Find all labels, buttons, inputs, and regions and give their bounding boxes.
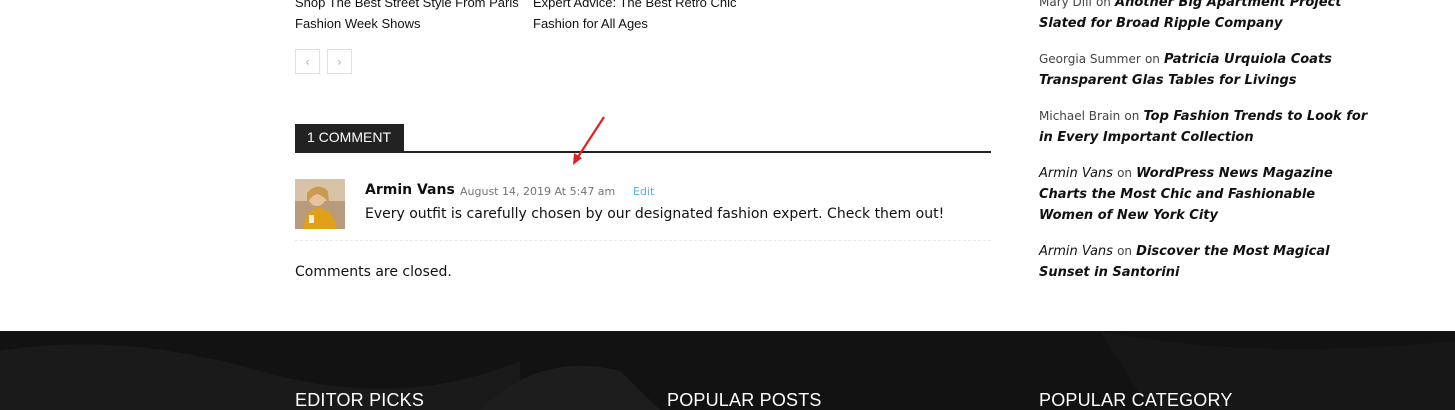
recent-comments-widget: Mary Dill on Another Big Apartment Proje… [1039,0,1369,298]
chevron-right-icon: › [337,54,342,69]
comment-text: Every outfit is carefully chosen by our … [365,206,945,222]
footer-heading-popular-category: POPULAR CATEGORY [1039,390,1233,410]
recent-comment-item: Mary Dill on Another Big Apartment Proje… [1039,0,1369,34]
comment-date[interactable]: August 14, 2019 At 5:47 am [460,185,615,198]
recent-comment-on: on [1095,0,1111,9]
comments-count-heading: 1 COMMENT [295,124,404,151]
recent-comment-on: on [1144,52,1160,66]
related-posts-pager: ‹ › [295,49,352,74]
recent-comment-item: Armin Vans on WordPress News Magazine Ch… [1039,163,1369,226]
recent-comment-on: on [1117,166,1133,180]
recent-comment-on: on [1124,109,1140,123]
chevron-left-icon: ‹ [305,54,310,69]
next-page-button[interactable]: › [327,49,352,74]
recent-comment-item: Armin Vans on Discover the Most Magical … [1039,241,1369,283]
recent-comment-author[interactable]: Armin Vans [1039,244,1113,259]
recent-comment-author[interactable]: Mary Dill [1039,0,1092,9]
recent-comment-on: on [1117,244,1133,258]
related-post-title[interactable]: Expert Advice: The Best Retro Chic Fashi… [533,0,763,34]
avatar[interactable] [295,179,345,229]
site-footer: EDITOR PICKS POPULAR POSTS POPULAR CATEG… [0,331,1455,410]
footer-heading-popular-posts: POPULAR POSTS [667,390,822,410]
comment-author[interactable]: Armin Vans [365,182,455,198]
comment-edit-link[interactable]: Edit [633,185,654,198]
comments-header: 1 COMMENT [295,124,991,153]
comment-item: Armin Vans August 14, 2019 At 5:47 am Ed… [295,179,991,241]
recent-comment-author[interactable]: Armin Vans [1039,166,1113,181]
related-post-title[interactable]: Shop The Best Street Style From Paris Fa… [295,0,525,34]
recent-comment-author[interactable]: Georgia Summer [1039,52,1141,66]
footer-heading-editor-picks: EDITOR PICKS [295,390,425,410]
comments-closed-notice: Comments are closed. [295,264,452,280]
avatar-image [295,179,345,229]
recent-comment-item: Michael Brain on Top Fashion Trends to L… [1039,106,1369,148]
prev-page-button[interactable]: ‹ [295,49,320,74]
recent-comment-item: Georgia Summer on Patricia Urquiola Coat… [1039,49,1369,91]
recent-comment-author[interactable]: Michael Brain [1039,109,1120,123]
annotation-arrow-icon [573,116,605,165]
